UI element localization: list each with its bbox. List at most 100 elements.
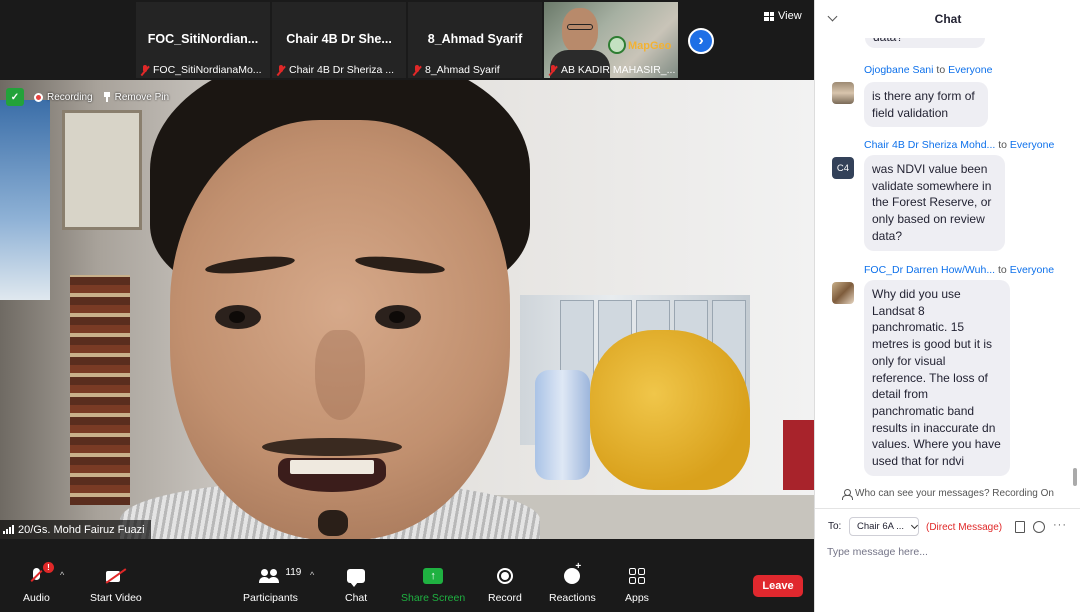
audio-button[interactable]: ! Audio [23,562,54,604]
message-recipient[interactable]: Everyone [1010,264,1054,276]
speaker-eye [375,305,421,329]
participant-label: AB KADIR MAHASIR_... [561,64,676,76]
signal-strength-icon [3,525,14,534]
chat-icon [347,569,366,587]
alert-badge: ! [42,562,54,573]
muted-mic-icon [276,64,286,76]
water-bottle [535,370,590,480]
meeting-area: FOC_SitiNordian... FOC_SitiNordianaMo...… [0,0,814,612]
view-button[interactable]: View [764,10,802,22]
participant-subname: AB KADIR MAHASIR_... [548,64,676,76]
apps-button[interactable]: Apps [625,564,649,604]
meeting-toolbar: ! Audio ^ Start Video 119 Participants ^… [0,556,814,612]
main-video[interactable] [0,80,814,539]
wall-poster [0,100,50,300]
message-to: to [998,139,1007,151]
participants-label: Participants [243,592,298,604]
emoji-icon[interactable] [1033,521,1045,533]
avatar: C4 [832,157,854,179]
recipient-select[interactable]: Chair 6A ... [849,517,919,536]
message-sender[interactable]: FOC_Dr Darren How/Wuh... [864,264,995,276]
chat-scrollbar[interactable] [1073,468,1077,486]
participant-video-tile[interactable]: MapGeo AB KADIR MAHASIR_... [544,2,678,78]
yellow-bag [590,330,750,490]
chevron-down-icon [910,521,919,529]
participants-button[interactable]: 119 Participants [243,564,301,604]
message-to: to [936,64,946,76]
chat-compose: To: Chair 6A ... (Direct Message) ··· [815,508,1080,612]
mapgeo-logo-icon [608,36,626,54]
chat-button[interactable]: Chat [345,564,367,604]
message-sender[interactable]: Ojogbane Sani [864,64,933,76]
participant-name: Chair 4B Dr She... [286,32,392,46]
encryption-shield-icon[interactable]: ✓ [6,88,24,106]
muted-mic-icon [548,64,558,76]
pin-icon [103,92,111,102]
record-button[interactable]: Record [488,564,522,604]
participant-subname: Chair 4B Dr Sheriza ... [276,64,404,76]
share-screen-icon: ↑ [423,568,444,584]
participant-tile[interactable]: FOC_SitiNordian... FOC_SitiNordianaMo... [136,2,270,78]
file-icon[interactable] [1015,521,1025,533]
start-video-label: Start Video [90,592,142,604]
video-off-icon [105,569,126,583]
record-label: Record [488,592,522,604]
message-header: Chair 4B Dr Sheriza Mohd... to Everyone [864,139,1054,151]
participant-face [562,8,598,54]
recipient-value: Chair 6A ... [857,521,904,532]
message-bubble: Why did you use Landsat 8 panchromatic. … [864,280,1010,476]
recording-indicator[interactable]: Recording [34,92,93,103]
more-icon[interactable]: ··· [1053,519,1067,531]
red-container [783,420,814,490]
leave-button[interactable]: Leave [753,575,803,597]
participant-label: Chair 4B Dr Sheriza ... [289,64,395,76]
next-page-button[interactable]: › [688,28,714,54]
chat-label: Chat [345,592,368,604]
participants-icon: 119 [259,567,301,583]
video-overlay-controls: ✓ Recording Remove Pin [6,88,169,106]
participant-strip: FOC_SitiNordian... FOC_SitiNordianaMo...… [0,0,814,80]
participant-tile[interactable]: 8_Ahmad Syarif 8_Ahmad Syarif [408,2,542,78]
direct-message-label: (Direct Message) [926,522,1003,533]
muted-mic-icon [140,64,150,76]
chat-title: Chat [934,12,962,26]
chat-header: Chat [815,0,1080,38]
muted-mic-icon [31,567,42,585]
message-sender[interactable]: Chair 4B Dr Sheriza Mohd... [864,139,995,151]
remove-pin-button[interactable]: Remove Pin [103,92,169,103]
speaker-name-label: 20/Gs. Mohd Fairuz Fuazi [0,520,151,539]
participant-label: 8_Ahmad Syarif [425,64,500,76]
audio-options-caret[interactable]: ^ [60,570,64,580]
message-recipient[interactable]: Everyone [1010,139,1054,151]
reactions-button[interactable]: Reactions [549,561,596,604]
participant-tile[interactable]: Chair 4B Dr She... Chair 4B Dr Sheriza .… [272,2,406,78]
message-to: to [998,264,1007,276]
avatar [832,282,854,304]
reactions-label: Reactions [549,592,596,604]
share-screen-button[interactable]: ↑ Share Screen [401,564,465,604]
visibility-note-text: Who can see your messages? Recording On [855,488,1054,499]
speaker-name: 20/Gs. Mohd Fairuz Fuazi [18,523,145,536]
chevron-down-icon[interactable] [827,11,838,22]
apps-label: Apps [625,592,649,604]
apps-icon [628,568,645,584]
message-header: FOC_Dr Darren How/Wuh... to Everyone [864,264,1054,276]
notice-board [62,110,142,230]
recording-label: Recording [47,91,93,103]
record-icon [496,568,513,584]
to-label: To: [828,521,842,532]
message-recipient[interactable]: Everyone [948,64,992,76]
remove-pin-label: Remove Pin [114,91,170,103]
participant-label: FOC_SitiNordianaMo... [153,64,262,76]
message-input[interactable] [827,543,1067,561]
visibility-note[interactable]: Who can see your messages? Recording On [815,488,1080,500]
person-icon [842,489,853,500]
recording-dot-icon [34,92,43,102]
message-header: Ojogbane Sani to Everyone [864,64,992,76]
muted-mic-icon [412,64,422,76]
start-video-button[interactable]: Start Video [90,564,142,604]
participants-options-caret[interactable]: ^ [310,570,314,580]
participant-subname: 8_Ahmad Syarif [412,64,540,76]
chat-messages[interactable]: data? Ojogbane Sani to Everyone is there… [815,0,1071,486]
message-bubble: is there any form of field validation [864,82,988,128]
